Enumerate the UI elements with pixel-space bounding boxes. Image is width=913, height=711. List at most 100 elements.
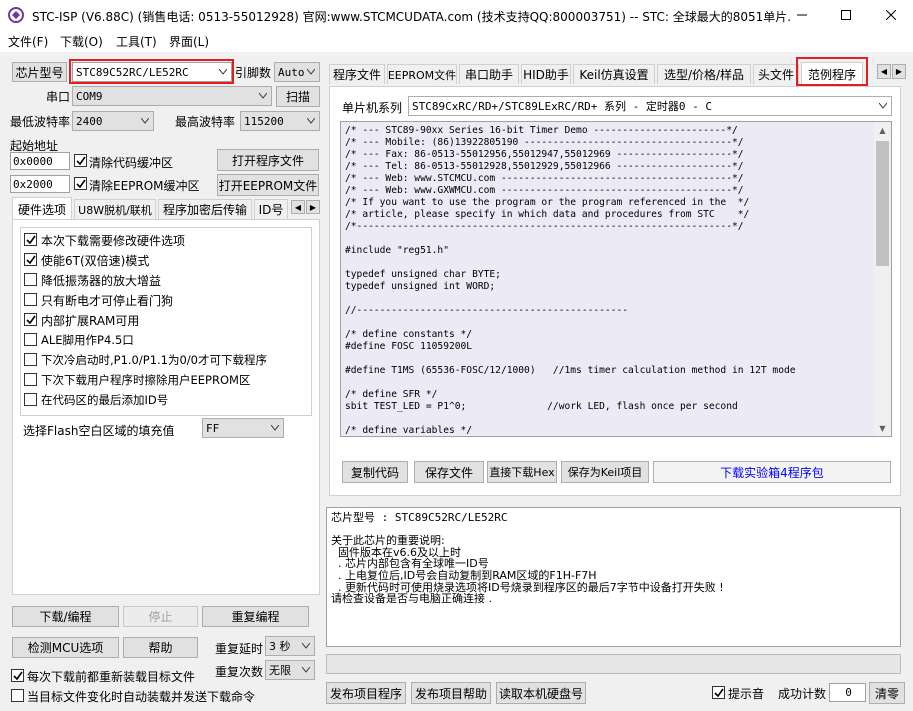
serial-port-select[interactable]: COM9 (72, 86, 272, 106)
mcu-series-select[interactable]: STC89CxRC/RD+/STC89LExRC/RD+ 系列 - 定时器0 -… (408, 96, 892, 116)
code-line: #define T1MS (65536-FOSC/12/1000) //1ms … (345, 365, 796, 376)
chip-type-button[interactable]: 芯片型号 (12, 62, 67, 82)
open-program-file-button[interactable]: 打开程序文件 (217, 149, 319, 171)
max-baud-label: 最高波特率 (175, 115, 236, 129)
chevron-down-icon (271, 425, 279, 431)
beep-checkbox[interactable] (712, 686, 725, 699)
option-label: 本次下载需要修改硬件选项 (41, 234, 186, 248)
code-address-input[interactable]: 0x0000 (10, 152, 70, 170)
save-file-button[interactable]: 保存文件 (414, 461, 484, 483)
tab-u8w[interactable]: U8W脱机/联机 (74, 199, 156, 219)
option-checkbox[interactable] (24, 393, 37, 406)
save-keil-project-button[interactable]: 保存为Keil项目 (561, 461, 649, 483)
clear-eeprom-checkbox[interactable] (74, 177, 87, 190)
tab-scroll-right[interactable]: ▶ (892, 64, 906, 79)
clear-count-button[interactable]: 清零 (869, 682, 905, 704)
option-checkbox[interactable] (24, 293, 37, 306)
repeat-count-select[interactable]: 无限 (265, 660, 315, 680)
option-checkbox[interactable] (24, 233, 37, 246)
example-programs-panel: 单片机系列 STC89CxRC/RD+/STC89LExRC/RD+ 系列 - … (329, 86, 901, 496)
help-button[interactable]: 帮助 (123, 637, 198, 658)
close-button[interactable] (868, 0, 913, 30)
chevron-down-icon (259, 93, 267, 99)
hardware-option-row[interactable]: 下次冷启动时,P1.0/P1.1为0/0才可下载程序 (24, 351, 310, 369)
tab-program-file[interactable]: 程序文件 (329, 64, 385, 84)
repeat-delay-select[interactable]: 3 秒 (265, 636, 315, 656)
eeprom-address-input[interactable]: 0x2000 (10, 175, 70, 193)
code-line: typedef unsigned int WORD; (345, 281, 496, 292)
option-checkbox[interactable] (24, 273, 37, 286)
publish-project-button[interactable]: 发布项目程序 (326, 682, 406, 704)
menu-interface[interactable]: 界面(L) (169, 33, 209, 50)
hardware-option-row[interactable]: 使能6T(双倍速)模式 (24, 251, 310, 269)
stop-button[interactable]: 停止 (123, 606, 198, 627)
menu-tools[interactable]: 工具(T) (116, 33, 157, 50)
app-icon (8, 7, 24, 23)
maximize-button[interactable] (824, 0, 868, 30)
info-line: 芯片型号 : STC89C52RC/LE52RC (331, 511, 508, 524)
option-checkbox[interactable] (24, 253, 37, 266)
tab-selection-price[interactable]: 选型/价格/样品 (657, 64, 751, 84)
option-checkbox[interactable] (24, 313, 37, 326)
menu-file[interactable]: 文件(F) (8, 33, 48, 50)
code-scrollbar[interactable]: ▲ ▼ (874, 122, 891, 436)
min-baud-select[interactable]: 2400 (72, 111, 154, 131)
max-baud-select[interactable]: 115200 (240, 111, 320, 131)
direct-download-hex-button[interactable]: 直接下载Hex (487, 461, 557, 483)
hardware-option-row[interactable]: 在代码区的最后添加ID号 (24, 391, 310, 409)
tab-scroll-left[interactable]: ◀ (877, 64, 891, 79)
hardware-option-row[interactable]: 内部扩展RAM可用 (24, 311, 310, 329)
options-list: 本次下载需要修改硬件选项使能6T(双倍速)模式 降低振荡器的放大增益 只有断电才可停… (20, 227, 312, 416)
option-checkbox[interactable] (24, 353, 37, 366)
scroll-down-arrow[interactable]: ▼ (874, 420, 891, 436)
reprogram-button[interactable]: 重复编程 (202, 606, 309, 627)
tab-encrypted-transfer[interactable]: 程序加密后传输 (158, 199, 252, 219)
tab-keil-emulation[interactable]: Keil仿真设置 (573, 64, 655, 84)
hardware-option-row[interactable]: ALE脚用作P4.5口 (24, 331, 310, 349)
tab-id-number[interactable]: ID号 (254, 199, 288, 219)
hardware-option-row[interactable]: 降低振荡器的放大增益 (24, 271, 310, 289)
option-label: ALE脚用作P4.5口 (41, 333, 134, 347)
reload-label: 每次下载前都重新装载目标文件 (27, 670, 196, 684)
scan-button[interactable]: 扫描 (276, 86, 320, 107)
code-viewer[interactable]: /* --- STC89-90xx Series 16-bit Timer De… (340, 121, 892, 437)
tab-serial-assistant[interactable]: 串口助手 (459, 64, 519, 84)
code-line: /* --- Tel: 86-0513-55012928,55012929,55… (345, 161, 744, 172)
option-checkbox[interactable] (24, 333, 37, 346)
detect-mcu-options-button[interactable]: 检测MCU选项 (12, 637, 119, 658)
tab-example-programs[interactable]: 范例程序 (801, 62, 863, 85)
hardware-option-row[interactable]: 本次下载需要修改硬件选项 (24, 231, 310, 249)
auto-send-checkbox[interactable] (11, 689, 24, 702)
scroll-thumb[interactable] (876, 141, 889, 266)
success-count-field: 0 (829, 683, 866, 702)
scroll-up-arrow[interactable]: ▲ (874, 122, 891, 138)
tab-scroll-right[interactable]: ▶ (306, 200, 320, 214)
reload-checkbox[interactable] (11, 669, 24, 682)
hardware-option-row[interactable]: 只有断电才可停止看门狗 (24, 291, 310, 309)
fill-value-select[interactable]: FF (202, 418, 284, 438)
tab-hid-assistant[interactable]: HID助手 (521, 64, 571, 84)
chevron-down-icon (141, 118, 149, 124)
option-checkbox[interactable] (24, 373, 37, 386)
read-disk-id-button[interactable]: 读取本机硬盘号 (496, 682, 586, 704)
open-eeprom-file-button[interactable]: 打开EEPROM文件 (217, 174, 319, 196)
publish-help-button[interactable]: 发布项目帮助 (411, 682, 491, 704)
minimize-button[interactable] (780, 0, 824, 30)
tab-scroll-left[interactable]: ◀ (291, 200, 305, 214)
tab-hardware-options[interactable]: 硬件选项 (12, 197, 72, 220)
menu-download[interactable]: 下载(O) (60, 33, 103, 50)
code-line: /* If you want to use the program or the… (345, 197, 750, 208)
hardware-option-row[interactable]: 下次下载用户程序时擦除用户EEPROM区 (24, 371, 310, 389)
download-program-button[interactable]: 下载/编程 (12, 606, 119, 627)
copy-code-button[interactable]: 复制代码 (342, 461, 408, 483)
chip-type-select[interactable]: STC89C52RC/LE52RC (72, 62, 232, 82)
download-package-link[interactable]: 下载实验箱4程序包 (653, 461, 891, 483)
tab-eeprom-file[interactable]: EEPROM文件 (387, 64, 457, 84)
tab-header-file[interactable]: 头文件 (753, 64, 799, 84)
option-label: 下次下载用户程序时擦除用户EEPROM区 (41, 373, 251, 387)
code-line: /* define variables */ (345, 425, 473, 435)
clear-code-checkbox[interactable] (74, 154, 87, 167)
pin-count-select[interactable]: Auto (274, 62, 320, 82)
